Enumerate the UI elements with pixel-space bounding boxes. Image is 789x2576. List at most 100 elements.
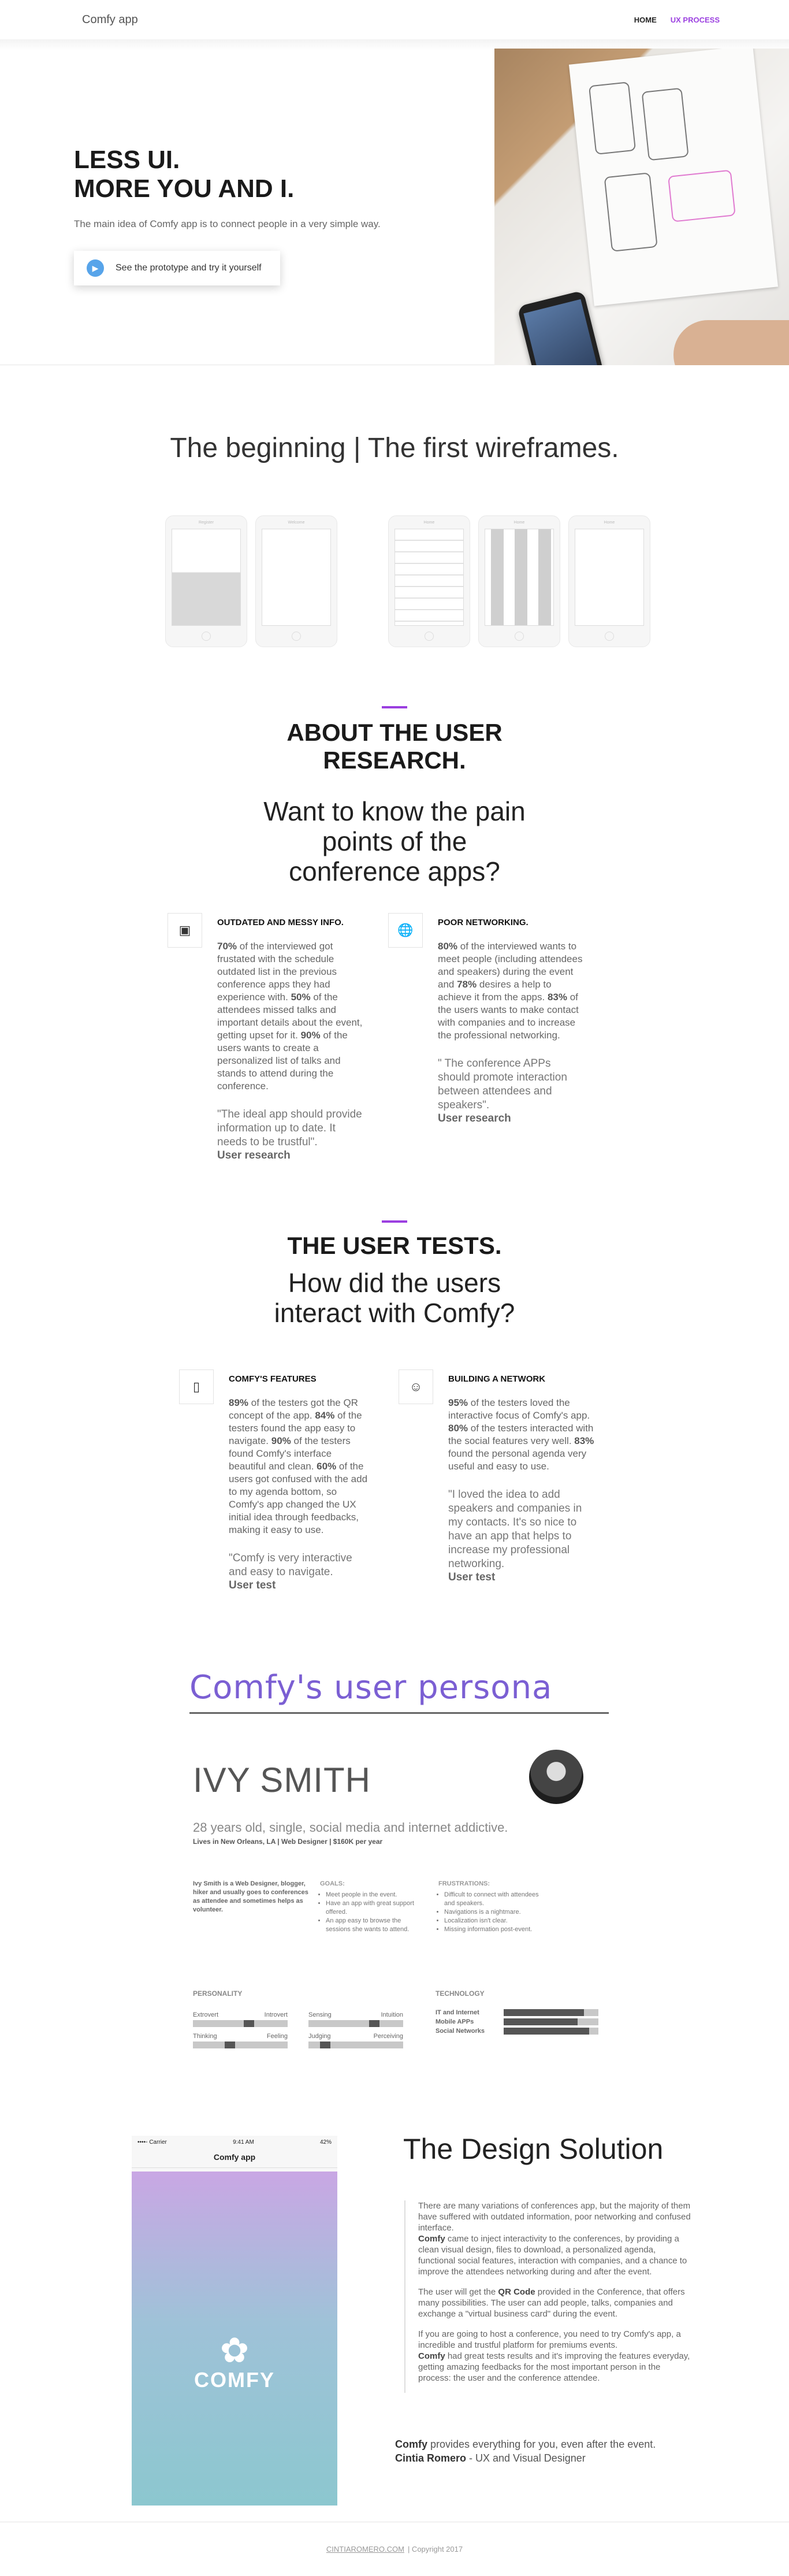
headline-line-2: MORE YOU AND I. [74,175,295,203]
persona-name: IVY SMITH [193,1761,371,1799]
col-text: 89% of the testers got the QR concept of… [229,1397,368,1535]
tests-question: How did the users interact with Comfy? [0,1268,789,1328]
wireframe-register: Register [165,515,247,647]
footer-copyright: | Copyright 2017 [407,2545,463,2553]
top-nav: Comfy app HOME UX PROCESS [0,0,789,39]
tech-row: IT and Internet [436,2009,598,2016]
trait-left: Sensing [308,2011,332,2018]
tech-bar [504,2018,598,2025]
trait-marker [225,2042,236,2048]
trait-marker [243,2020,254,2027]
tests-heading: THE USER TESTS. [287,1232,502,1259]
frustration-item: Missing information post-event. [444,1925,545,1934]
question-line: points of the [322,826,467,856]
mobile-phone-icon: ▯ [179,1369,214,1404]
brand-logo[interactable]: Comfy app [82,13,138,27]
solution-paragraph: The user will get the QR Code provided i… [418,2287,685,2319]
hand-photo [673,320,789,365]
tests-col-network: ☺ BUILDING A NETWORK 95% of the testers … [399,1369,595,1592]
col-quote: " The conference APPs should promote int… [438,1057,567,1111]
hero-section: LESS UI. MORE YOU AND I. The main idea o… [0,49,789,365]
wireframe-label: Register [198,521,214,525]
question-line: interact with Comfy? [274,1298,515,1328]
wireframe-label: Welcome [288,521,305,525]
nav-ux-process-link[interactable]: UX PROCESS [671,16,720,24]
app-title: Comfy app [132,2148,337,2168]
question-line: How did the users [288,1268,501,1298]
frustration-item: Navigations is a nightmare. [444,1908,545,1917]
trait-left: Thinking [193,2033,217,2040]
footer: CINTIAROMERO.COM | Copyright 2017 [0,2522,789,2576]
trait-left: Extrovert [193,2011,219,2018]
research-columns: ▣ OUTDATED AND MESSY INFO. 70% of the in… [168,913,586,1162]
goals-label: GOALS: [320,1880,345,1887]
col-quote: "I loved the idea to add speakers and co… [448,1489,582,1570]
status-time: 9:41 AM [233,2139,254,2146]
personality-block: PERSONALITY Extrovert Introvert Sensing Int… [193,1989,403,2048]
tech-row: Mobile APPs [436,2018,598,2025]
nav-links: HOME UX PROCESS [634,16,720,24]
goal-item: Have an app with great support offered. [326,1899,427,1917]
question-line: conference apps? [289,856,500,886]
persona-bio: Ivy Smith is a Web Designer, blogger, hi… [193,1880,308,1913]
heading-line: RESEARCH. [323,747,466,774]
wireframe-home-cards: Home [568,515,650,647]
research-col-outdated: ▣ OUTDATED AND MESSY INFO. 70% of the in… [168,913,365,1162]
wireframe-label: Home [423,521,435,525]
swirl-icon: ✿ [219,2331,250,2370]
solution-body: There are many variations of conferences… [404,2200,694,2393]
trait-slider: Thinking Feeling [193,2033,288,2048]
tech-label: IT and Internet [436,2009,479,2016]
globe-icon: 🌐 [388,913,423,948]
col-title: COMFY'S FEATURES [229,1374,317,1384]
frustration-item: Difficult to connect with attendees and … [444,1891,545,1908]
monitor-icon: ▣ [168,913,202,948]
solution-signature: Comfy provides everything for you, even … [395,2438,656,2464]
trait-slider: Extrovert Introvert [193,2011,288,2027]
col-source: User test [448,1571,496,1583]
persona-goals: GOALS: Meet people in the event. Have an… [320,1880,427,1934]
wireframes-title: The beginning | The first wireframes. [170,433,619,463]
tech-bar-fill [504,2009,585,2016]
footer-site-link[interactable]: CINTIAROMERO.COM [326,2545,404,2553]
trait-right: Intuition [381,2011,403,2018]
tech-row: Social Networks [436,2028,598,2035]
col-text: 70% of the interviewed got frustated wit… [217,941,363,1092]
persona-title: Comfy's user persona [189,1669,609,1714]
trait-bar [193,2042,288,2048]
hero-text: LESS UI. MORE YOU AND I. The main idea o… [74,146,432,285]
user-icon: ☺ [399,1369,433,1404]
trait-right: Introvert [264,2011,288,2018]
col-title: OUTDATED AND MESSY INFO. [217,918,344,927]
goal-item: An app easy to browse the sessions she w… [326,1917,427,1934]
solution-paragraph: There are many variations of conferences… [418,2201,691,2277]
tech-label: Social Networks [436,2028,485,2035]
persona-frustrations: FRUSTRATIONS: Difficult to connect with … [438,1880,545,1934]
col-quote: "Comfy is very interactive and easy to n… [229,1552,352,1578]
persona-section: Comfy's user persona IVY SMITH 28 years … [189,1669,609,2048]
wireframe-label: Home [604,521,615,525]
trait-bar [308,2042,403,2048]
nav-home-link[interactable]: HOME [634,16,657,24]
technology-block: TECHNOLOGY IT and Internet Mobile APPs Soc… [436,1989,598,2035]
research-question: Want to know the pain points of the conf… [0,796,789,886]
tech-bar [504,2009,598,2016]
tech-bar [504,2028,598,2035]
headline-line-1: LESS UI. [74,146,180,174]
tests-columns: ▯ COMFY'S FEATURES 89% of the testers go… [179,1369,595,1592]
prototype-cta-button[interactable]: ▶ See the prototype and try it yourself [74,251,280,285]
col-text: 95% of the testers loved the interactive… [448,1397,594,1472]
tests-col-features: ▯ COMFY'S FEATURES 89% of the testers go… [179,1369,370,1592]
play-icon: ▶ [87,259,104,277]
wireframe-label: Home [513,521,525,525]
tests-header: THE USER TESTS. How did the users intera… [0,1220,789,1328]
cta-label: See the prototype and try it yourself [116,263,262,273]
research-heading: ABOUT THE USER RESEARCH. [0,719,789,774]
persona-avatar [529,1750,583,1804]
wireframe-welcome: Welcome [255,515,337,647]
hero-subtitle: The main idea of Comfy app is to connect… [74,218,381,229]
research-col-networking: 🌐 POOR NETWORKING. 80% of the interviewe… [388,913,586,1162]
trait-marker [369,2020,380,2027]
col-source: User test [229,1579,276,1591]
trait-left: Judging [308,2033,331,2040]
